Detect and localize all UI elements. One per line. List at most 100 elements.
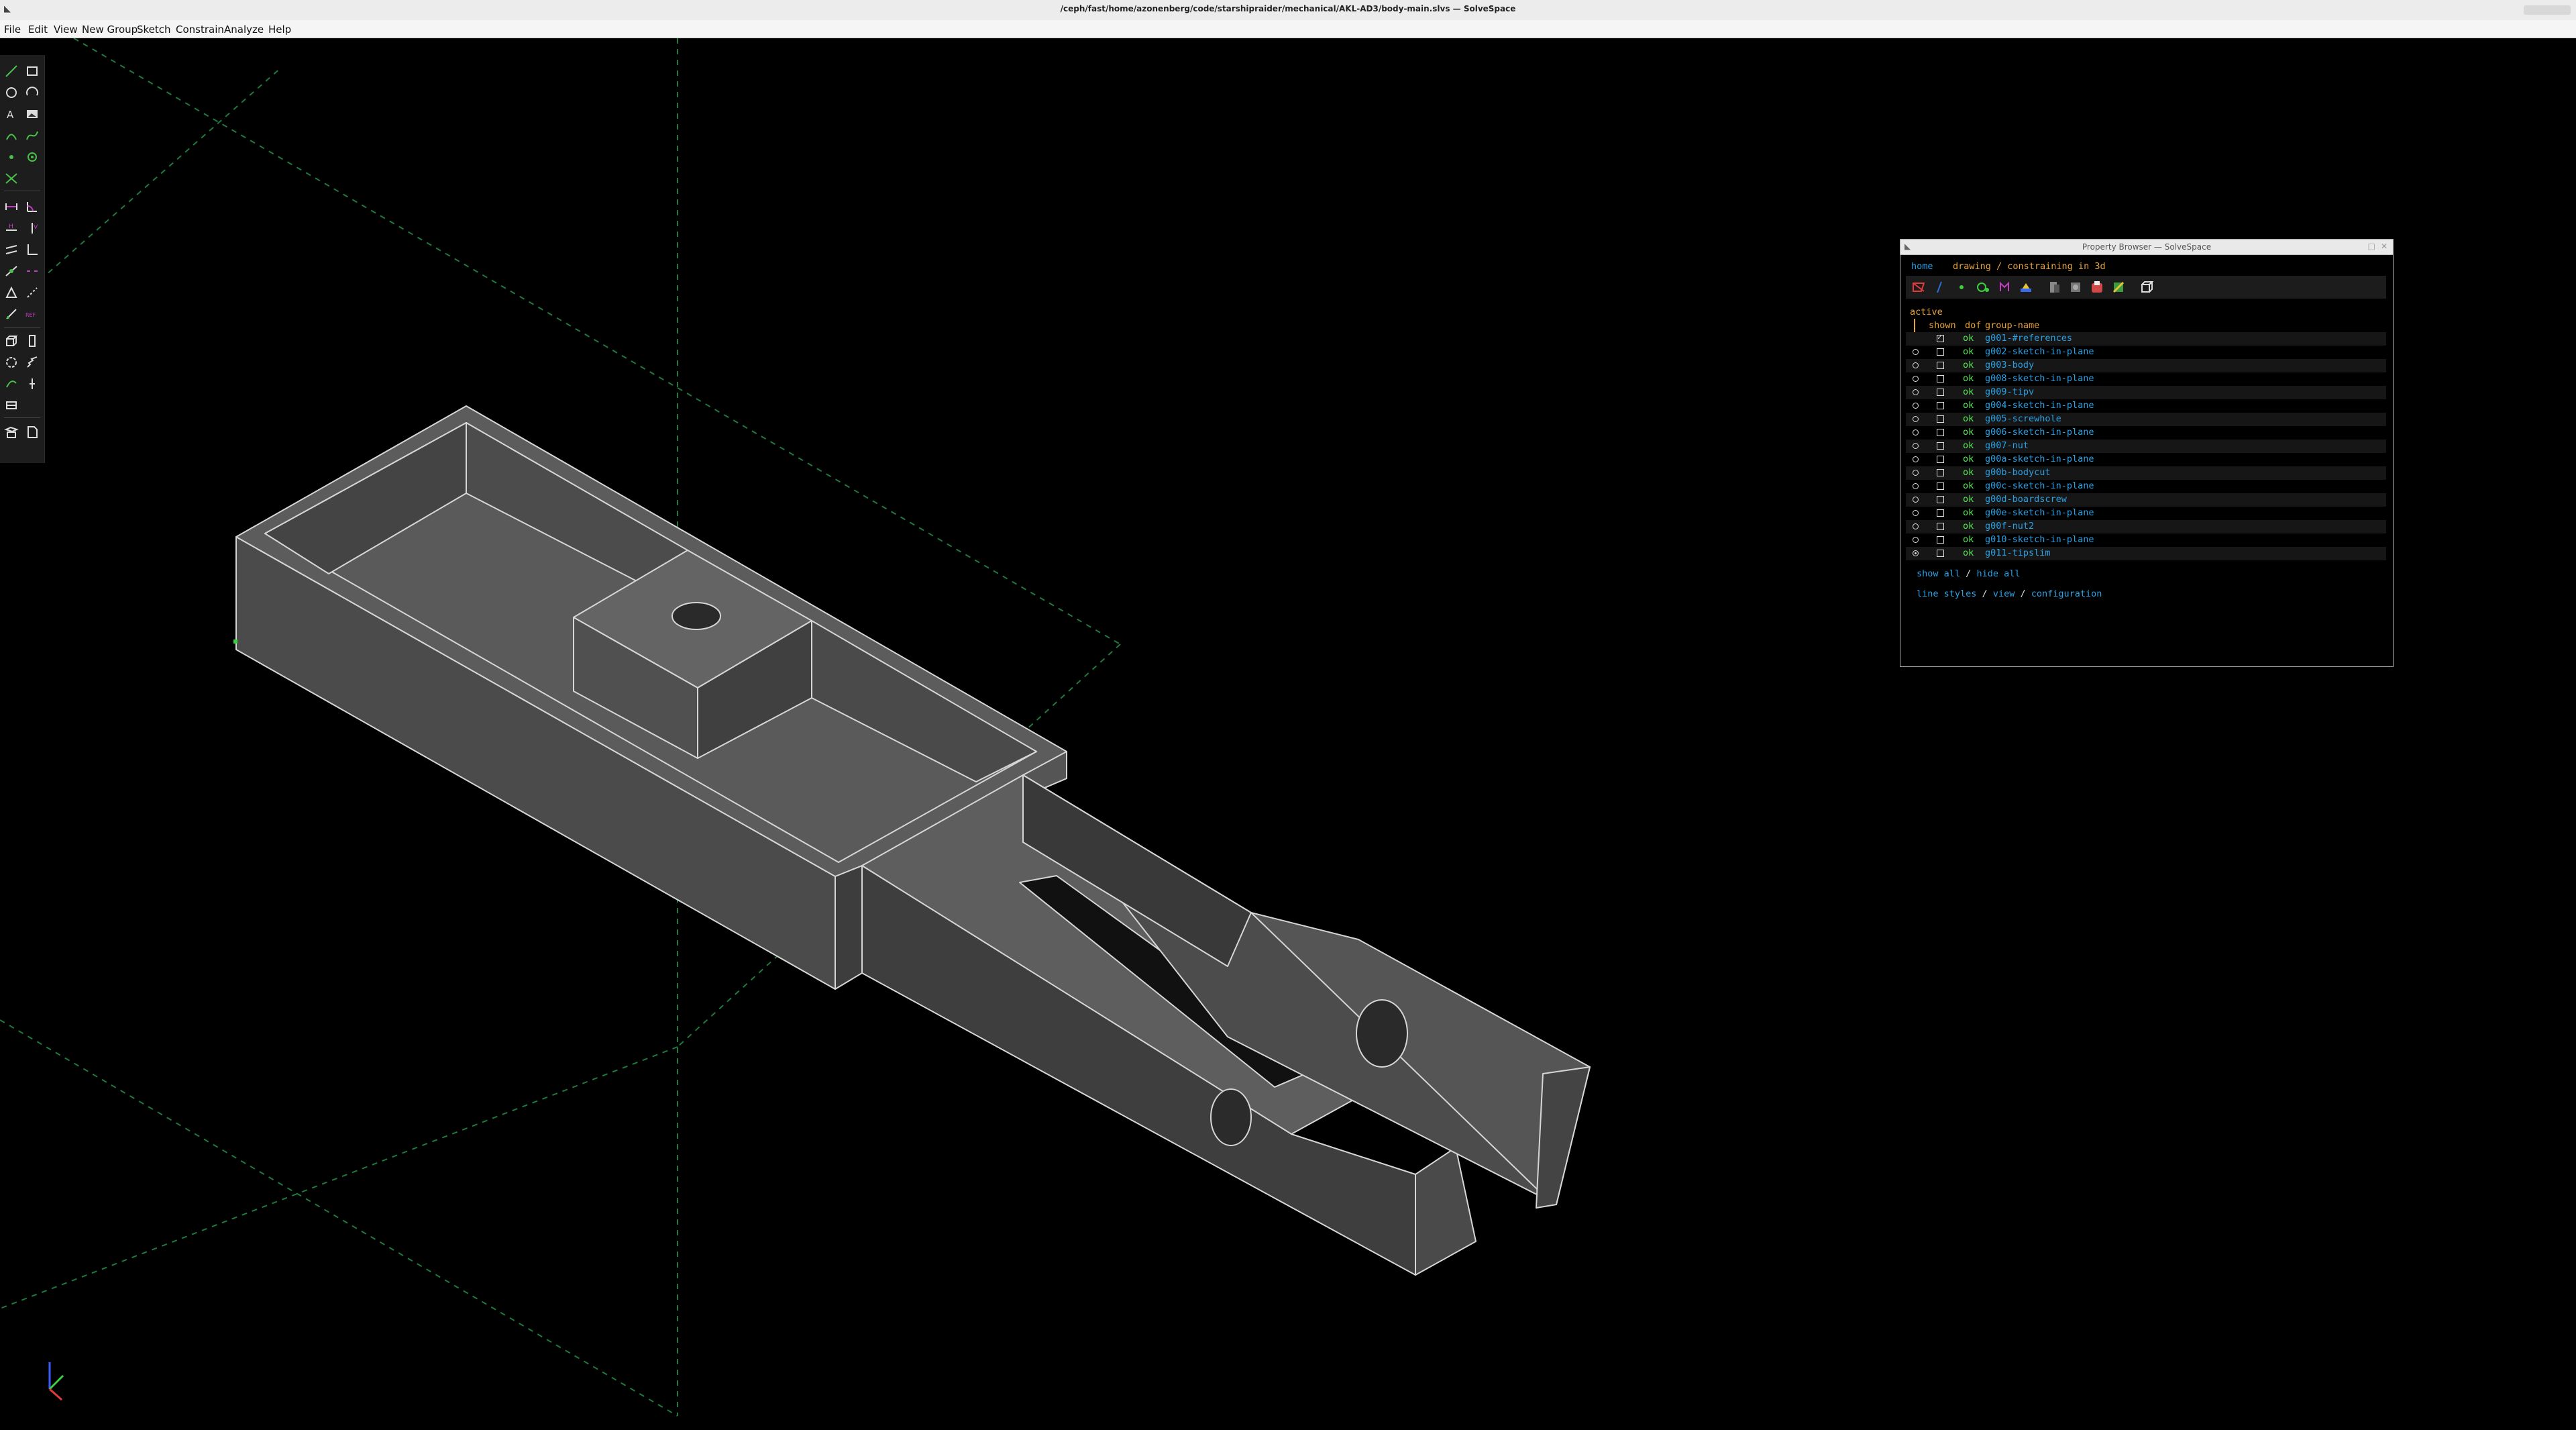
group-name-link[interactable]: g009-tipv — [1985, 387, 2034, 397]
group-name-link[interactable]: g011-tipslim — [1985, 548, 2051, 558]
shown-checkbox[interactable] — [1937, 375, 1944, 382]
shown-checkbox[interactable] — [1937, 389, 1944, 396]
active-group-radio[interactable] — [1913, 456, 1919, 462]
other-supplementary-icon[interactable] — [24, 285, 40, 301]
shown-checkbox[interactable] — [1937, 429, 1944, 436]
circle-icon[interactable] — [3, 85, 19, 101]
shown-checkbox[interactable] — [1937, 496, 1944, 503]
shown-checkbox[interactable] — [1937, 469, 1944, 476]
active-group-radio[interactable] — [1913, 550, 1919, 556]
group-name-link[interactable]: g001-#references — [1985, 333, 2072, 344]
active-group-radio[interactable] — [1913, 497, 1919, 503]
group-name-link[interactable]: g003-body — [1985, 360, 2034, 370]
horizontal-constraint-icon[interactable]: H — [3, 220, 19, 236]
constraints-icon[interactable] — [1974, 278, 1992, 296]
helix-icon[interactable] — [24, 354, 40, 370]
close-icon[interactable]: ✕ — [2381, 242, 2387, 251]
configuration-link[interactable]: configuration — [2031, 589, 2102, 599]
lathe-icon[interactable] — [24, 333, 40, 349]
step-translating-icon[interactable] — [24, 376, 40, 392]
point-on-line-icon[interactable] — [3, 263, 19, 279]
active-group-radio[interactable] — [1913, 389, 1919, 395]
solid-icon[interactable] — [2110, 278, 2127, 296]
active-group-radio[interactable] — [1913, 443, 1919, 449]
group-row[interactable]: ok g003-body — [1906, 359, 2386, 372]
group-row[interactable]: ok g007-nut — [1906, 440, 2386, 453]
group-row[interactable]: ok g005-screwhole — [1906, 413, 2386, 426]
shown-checkbox[interactable] — [1937, 415, 1944, 423]
group-row[interactable]: ok g010-sketch-in-plane — [1906, 533, 2386, 547]
group-name-link[interactable]: g010-sketch-in-plane — [1985, 534, 2094, 545]
reference-icon[interactable] — [3, 306, 19, 322]
active-group-radio[interactable] — [1913, 523, 1919, 529]
group-name-link[interactable]: g008-sketch-in-plane — [1985, 373, 2094, 384]
group-name-link[interactable]: g007-nut — [1985, 440, 2029, 451]
active-group-radio[interactable] — [1913, 510, 1919, 516]
menu-help[interactable]: Help — [268, 23, 291, 36]
menu-analyze[interactable]: Analyze — [224, 23, 264, 36]
split-curves-icon[interactable] — [3, 170, 19, 187]
tangent-arc-icon[interactable] — [3, 127, 19, 144]
datum-point-icon[interactable] — [3, 149, 19, 165]
group-row[interactable]: ok g006-sketch-in-plane — [1906, 426, 2386, 440]
group-name-link[interactable]: g004-sketch-in-plane — [1985, 400, 2094, 411]
in-3d-icon[interactable] — [24, 424, 40, 440]
vertical-constraint-icon[interactable]: V — [24, 220, 40, 236]
active-group-radio[interactable] — [1913, 376, 1919, 382]
group-name-link[interactable]: g00a-sketch-in-plane — [1985, 454, 2094, 464]
window-controls[interactable] — [2524, 5, 2571, 15]
perpendicular-constraint-icon[interactable] — [24, 242, 40, 258]
distance-constraint-icon[interactable] — [3, 199, 19, 215]
revolve-icon[interactable] — [3, 354, 19, 370]
shown-checkbox[interactable] — [1937, 442, 1944, 450]
shown-checkbox[interactable] — [1937, 523, 1944, 530]
in-workplane-icon[interactable] — [3, 424, 19, 440]
group-row[interactable]: ok g008-sketch-in-plane — [1906, 372, 2386, 386]
active-group-radio[interactable] — [1913, 349, 1919, 355]
text-icon[interactable]: A — [3, 106, 19, 122]
menu-view[interactable]: View — [54, 23, 78, 36]
active-group-radio[interactable] — [1913, 403, 1919, 409]
hide-all-link[interactable]: hide all — [1976, 568, 2020, 579]
image-icon[interactable] — [24, 106, 40, 122]
group-name-link[interactable]: g00d-boardscrew — [1985, 494, 2067, 505]
group-name-link[interactable]: g00f-nut2 — [1985, 521, 2034, 531]
active-group-radio[interactable] — [1913, 537, 1919, 543]
mesh-icon[interactable] — [2067, 278, 2084, 296]
cubic-spline-icon[interactable] — [24, 127, 40, 144]
group-row[interactable]: ok g009-tipv — [1906, 386, 2386, 399]
menu-new-group[interactable]: New Group — [82, 23, 138, 36]
group-name-link[interactable]: g006-sketch-in-plane — [1985, 427, 2094, 438]
shown-checkbox[interactable] — [1937, 509, 1944, 517]
line-segment-icon[interactable] — [3, 63, 19, 79]
extrude-icon[interactable] — [3, 333, 19, 349]
origin-point[interactable] — [233, 640, 237, 644]
group-row[interactable]: ok g00e-sketch-in-plane — [1906, 507, 2386, 520]
shown-checkbox[interactable] — [1937, 333, 1944, 342]
line-styles-link[interactable]: line styles — [1917, 589, 1976, 599]
group-name-link[interactable]: g00e-sketch-in-plane — [1985, 507, 2094, 518]
group-row[interactable]: ok g002-sketch-in-plane — [1906, 346, 2386, 359]
parallel-constraint-icon[interactable] — [3, 242, 19, 258]
shown-checkbox[interactable] — [1937, 482, 1944, 490]
shown-checkbox[interactable] — [1937, 402, 1944, 409]
group-row[interactable]: ok g00f-nut2 — [1906, 520, 2386, 533]
rectangle-icon[interactable] — [24, 63, 40, 79]
points-icon[interactable] — [1953, 278, 1970, 296]
group-row[interactable]: ok g001-#references — [1906, 332, 2386, 346]
shown-checkbox[interactable] — [1937, 362, 1944, 369]
group-row[interactable]: ok g011-tipslim — [1906, 547, 2386, 560]
maximize-icon[interactable]: □ — [2368, 242, 2375, 251]
group-name-link[interactable]: g002-sketch-in-plane — [1985, 346, 2094, 357]
group-name-link[interactable]: g005-screwhole — [1985, 413, 2061, 424]
link-icon[interactable] — [3, 397, 19, 413]
active-group-radio[interactable] — [1913, 362, 1919, 368]
symmetric-constraint-icon[interactable] — [24, 263, 40, 279]
shown-checkbox[interactable] — [1937, 550, 1944, 557]
group-row[interactable]: ok g00b-bodycut — [1906, 466, 2386, 480]
active-group-radio[interactable] — [1913, 483, 1919, 489]
group-row[interactable]: ok g004-sketch-in-plane — [1906, 399, 2386, 413]
show-all-link[interactable]: show all — [1917, 568, 1960, 579]
active-group-radio[interactable] — [1913, 429, 1919, 436]
step-rotating-icon[interactable] — [3, 376, 19, 392]
